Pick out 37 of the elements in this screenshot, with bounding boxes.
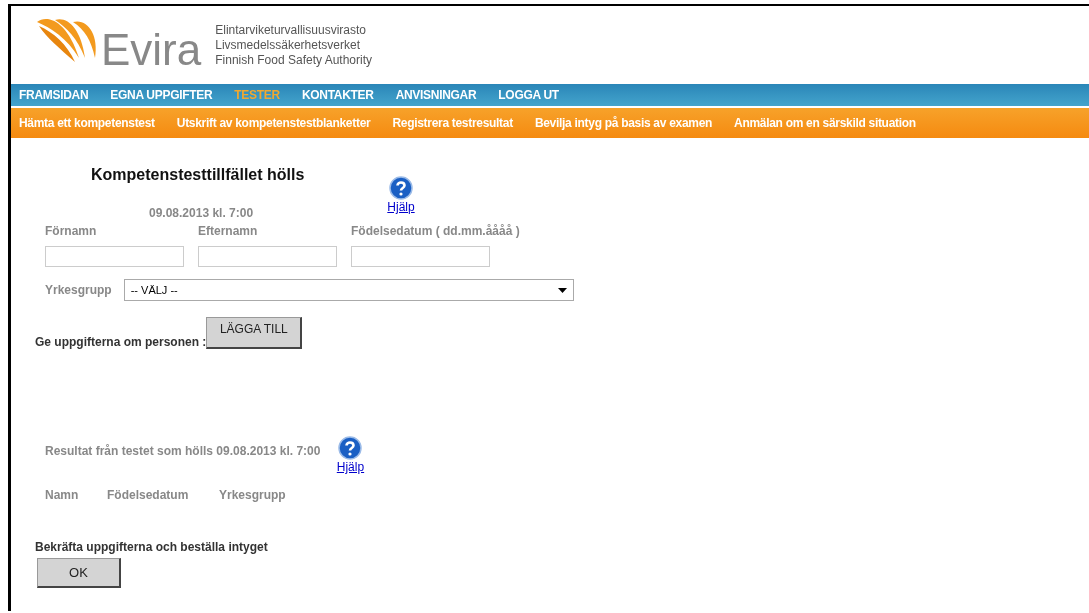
nav-link[interactable]: ANVISNINGAR [395,88,477,102]
input-field[interactable] [45,246,184,267]
column-header: Namn [45,488,80,502]
input-field[interactable] [351,246,490,267]
logo-text: Evira [101,25,202,75]
nav-link[interactable]: KONTAKTER [301,88,374,102]
column-header: Yrkesgrupp [219,488,286,502]
form-title: Kompetenstesttillfället hölls [91,166,306,184]
field-label: Förnamn [45,224,98,238]
input-field[interactable] [198,246,337,267]
add-button[interactable]: LÄGGA TILL [206,317,303,349]
help-icon[interactable] [389,176,413,200]
help-link[interactable]: Hjälp [336,460,365,474]
sub-nav-link[interactable]: Utskrift av kompetenstestblanketter [176,116,371,130]
sub-nav-link[interactable]: Hämta ett kompetenstest [19,116,155,130]
nav-link[interactable]: EGNA UPPGIFTER [110,88,213,102]
results-title: Resultat från testet som hölls 09.08.2013 kl. 7:00 [45,444,321,458]
caret-icon [557,287,567,293]
agency-name: Livsmedelssäkerhetsverket [215,37,361,53]
agency-name: Finnish Food Safety Authority [215,52,372,68]
nav-link[interactable]: LOGGA UT [498,88,559,102]
confirm-prompt: Bekräfta uppgifterna och beställa intyget [35,540,268,554]
agency-name: Elintarviketurvallisuusvirasto [215,22,367,38]
field-label: Efternamn [198,224,259,238]
sub-nav-link[interactable]: Bevilja intyg på basis av examen [534,116,713,130]
help-icon[interactable] [338,436,363,460]
sub-nav-link[interactable]: Registrera testresultat [392,116,513,130]
field-label: Yrkesgrupp [45,283,112,297]
ok-button[interactable]: OK [37,558,121,588]
dropdown[interactable]: -- VÄLJ -- [123,279,574,301]
field-label: Födelsedatum ( dd.mm.åååå ) [351,224,520,238]
test-date: 09.08.2013 kl. 7:00 [149,206,255,220]
add-prompt: Ge uppgifterna om personen : [35,335,207,349]
column-header: Födelsedatum [107,488,190,502]
help-link[interactable]: Hjälp [387,200,415,214]
sub-nav-link[interactable]: Anmälan om en särskild situation [734,116,916,130]
nav-link[interactable]: FRAMSIDAN [19,88,89,102]
